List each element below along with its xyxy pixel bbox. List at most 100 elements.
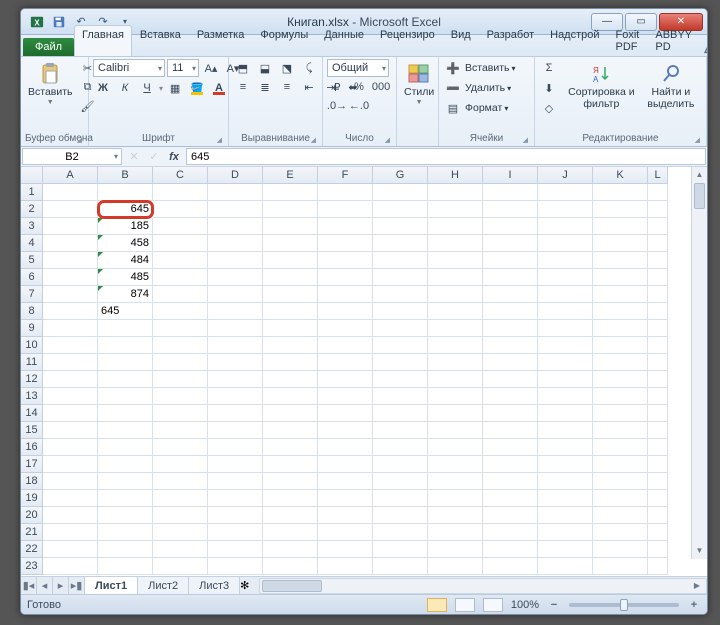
cell-J23[interactable] — [538, 558, 593, 575]
cell-B5[interactable]: 484 — [98, 252, 153, 269]
cell-D7[interactable] — [208, 286, 263, 303]
row-header-1[interactable]: 1 — [21, 184, 43, 201]
cell-I13[interactable] — [483, 388, 538, 405]
cell-C13[interactable] — [153, 388, 208, 405]
cell-I17[interactable] — [483, 456, 538, 473]
row-header-16[interactable]: 16 — [21, 439, 43, 456]
cell-K19[interactable] — [593, 490, 648, 507]
cell-E5[interactable] — [263, 252, 318, 269]
cell-A17[interactable] — [43, 456, 98, 473]
scroll-right-icon[interactable]: ▶ — [690, 579, 704, 593]
cell-K4[interactable] — [593, 235, 648, 252]
cell-E6[interactable] — [263, 269, 318, 286]
cell-H5[interactable] — [428, 252, 483, 269]
cell-C10[interactable] — [153, 337, 208, 354]
cell-A18[interactable] — [43, 473, 98, 490]
cell-E10[interactable] — [263, 337, 318, 354]
cell-I10[interactable] — [483, 337, 538, 354]
cell-K20[interactable] — [593, 507, 648, 524]
cell-K3[interactable] — [593, 218, 648, 235]
cell-G2[interactable] — [373, 201, 428, 218]
cell-F19[interactable] — [318, 490, 373, 507]
align-bottom-icon[interactable]: ⬔ — [277, 59, 297, 77]
sheet-nav-last-icon[interactable]: ▸▮ — [69, 577, 85, 595]
cell-J19[interactable] — [538, 490, 593, 507]
cell-H1[interactable] — [428, 184, 483, 201]
autosum-icon[interactable]: Σ — [539, 59, 559, 77]
cell-C9[interactable] — [153, 320, 208, 337]
cell-D4[interactable] — [208, 235, 263, 252]
cell-E8[interactable] — [263, 303, 318, 320]
cell-J22[interactable] — [538, 541, 593, 558]
cell-F15[interactable] — [318, 422, 373, 439]
cell-D8[interactable] — [208, 303, 263, 320]
select-all-corner[interactable] — [21, 167, 43, 184]
scroll-down-icon[interactable]: ▼ — [692, 543, 707, 559]
cell-F21[interactable] — [318, 524, 373, 541]
cell-I16[interactable] — [483, 439, 538, 456]
column-header-D[interactable]: D — [208, 167, 263, 184]
cell-D11[interactable] — [208, 354, 263, 371]
underline-button[interactable]: Ч — [137, 79, 157, 97]
cell-J20[interactable] — [538, 507, 593, 524]
cell-K6[interactable] — [593, 269, 648, 286]
cell-styles-button[interactable]: Стили ▼ — [401, 59, 437, 108]
cell-A5[interactable] — [43, 252, 98, 269]
cell-D23[interactable] — [208, 558, 263, 575]
cell-J3[interactable] — [538, 218, 593, 235]
cell-L21[interactable] — [648, 524, 668, 541]
cell-H17[interactable] — [428, 456, 483, 473]
align-left-icon[interactable]: ≡ — [233, 78, 253, 96]
row-header-4[interactable]: 4 — [21, 235, 43, 252]
formula-input[interactable]: 645 — [186, 148, 706, 165]
cell-I8[interactable] — [483, 303, 538, 320]
view-page-layout-icon[interactable] — [455, 598, 475, 612]
cell-A4[interactable] — [43, 235, 98, 252]
cell-B4[interactable]: 458 — [98, 235, 153, 252]
cell-J7[interactable] — [538, 286, 593, 303]
cell-J16[interactable] — [538, 439, 593, 456]
cell-F5[interactable] — [318, 252, 373, 269]
cell-I9[interactable] — [483, 320, 538, 337]
cell-D18[interactable] — [208, 473, 263, 490]
sheet-nav-next-icon[interactable]: ▸ — [53, 577, 69, 595]
cell-H10[interactable] — [428, 337, 483, 354]
cell-G11[interactable] — [373, 354, 428, 371]
align-top-icon[interactable]: ⬒ — [233, 59, 253, 77]
cell-H7[interactable] — [428, 286, 483, 303]
cell-F7[interactable] — [318, 286, 373, 303]
cell-B15[interactable] — [98, 422, 153, 439]
row-header-18[interactable]: 18 — [21, 473, 43, 490]
cell-A3[interactable] — [43, 218, 98, 235]
cell-C18[interactable] — [153, 473, 208, 490]
cell-L8[interactable] — [648, 303, 668, 320]
cell-H18[interactable] — [428, 473, 483, 490]
font-name-combo[interactable]: Calibri — [93, 59, 165, 77]
cell-G20[interactable] — [373, 507, 428, 524]
cell-H4[interactable] — [428, 235, 483, 252]
cell-G6[interactable] — [373, 269, 428, 286]
cell-B21[interactable] — [98, 524, 153, 541]
cell-B12[interactable] — [98, 371, 153, 388]
ribbon-tab-рецензиро[interactable]: Рецензиро — [372, 25, 443, 56]
cell-B8[interactable]: 645 — [98, 303, 153, 320]
name-box[interactable]: B2 — [22, 148, 122, 165]
row-header-3[interactable]: 3 — [21, 218, 43, 235]
cell-I23[interactable] — [483, 558, 538, 575]
cell-H20[interactable] — [428, 507, 483, 524]
column-header-I[interactable]: I — [483, 167, 538, 184]
row-header-23[interactable]: 23 — [21, 558, 43, 575]
cells-insert-button[interactable]: ➕ Вставить▾ — [443, 59, 516, 77]
cell-J9[interactable] — [538, 320, 593, 337]
cell-E16[interactable] — [263, 439, 318, 456]
cell-G1[interactable] — [373, 184, 428, 201]
cell-I5[interactable] — [483, 252, 538, 269]
row-header-10[interactable]: 10 — [21, 337, 43, 354]
cell-C5[interactable] — [153, 252, 208, 269]
cell-D10[interactable] — [208, 337, 263, 354]
cell-D22[interactable] — [208, 541, 263, 558]
cell-E12[interactable] — [263, 371, 318, 388]
cell-G12[interactable] — [373, 371, 428, 388]
cell-H16[interactable] — [428, 439, 483, 456]
cell-B6[interactable]: 485 — [98, 269, 153, 286]
